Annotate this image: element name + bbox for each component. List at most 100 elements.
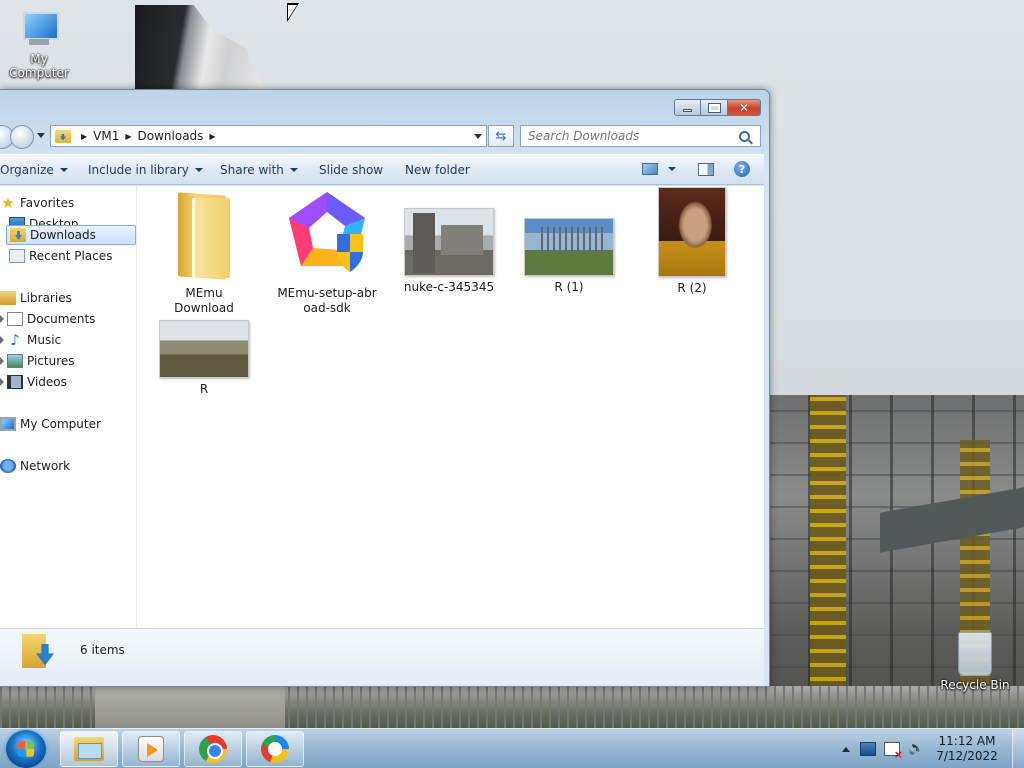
expand-icon[interactable] (0, 357, 4, 365)
nav-label: Libraries (20, 291, 72, 305)
nav-music[interactable]: ♪ Music (0, 330, 136, 350)
recent-pages-dropdown[interactable] (37, 133, 45, 138)
search-icon[interactable] (739, 130, 750, 142)
expand-icon[interactable] (0, 315, 4, 323)
close-button[interactable]: ✕ (728, 99, 761, 116)
help-icon[interactable]: ? (734, 161, 750, 177)
chevron-down-icon (59, 167, 68, 172)
taskbar-media-player-button[interactable] (122, 731, 180, 767)
breadcrumb-arrow[interactable]: ▶ (209, 132, 215, 141)
share-with-label: Share with (220, 162, 284, 177)
taskbar-chrome-button[interactable] (184, 731, 242, 767)
share-with-menu[interactable]: Share with (220, 163, 298, 177)
nav-label: Network (20, 459, 71, 473)
breadcrumb-downloads[interactable]: Downloads (138, 129, 204, 143)
show-desktop-button[interactable] (1012, 729, 1024, 768)
image-thumbnail (404, 208, 494, 276)
folder-icon (74, 737, 104, 761)
desktop-icon-my-computer[interactable]: My Computer (0, 10, 78, 80)
refresh-icon: ⇆ (495, 128, 507, 144)
file-name: R (2) (677, 281, 707, 295)
new-folder-button[interactable]: New folder (405, 163, 470, 177)
search-box[interactable] (520, 125, 761, 147)
nav-favorites[interactable]: ★ Favorites (0, 193, 136, 213)
libraries-icon (0, 291, 16, 305)
chrome-icon (199, 735, 227, 763)
wallpaper-sculpture (135, 5, 265, 90)
nav-label: Music (27, 333, 62, 347)
music-note-icon: ♪ (10, 331, 20, 349)
preview-pane-icon[interactable] (698, 162, 714, 176)
address-bar[interactable]: ▶ VM1 ▶ Downloads ▶ (50, 125, 487, 147)
computer-icon (17, 10, 61, 50)
minimize-button[interactable] (674, 99, 701, 116)
nav-label: Favorites (20, 196, 75, 210)
organize-label: Organize (0, 162, 54, 177)
network-status-icon[interactable] (860, 742, 876, 756)
breadcrumb-vm1[interactable]: VM1 (93, 129, 119, 143)
videos-icon (7, 375, 23, 389)
nav-my-computer[interactable]: My Computer (0, 414, 136, 434)
view-dropdown-icon[interactable] (668, 167, 676, 171)
forward-button[interactable] (10, 125, 34, 149)
address-dropdown-icon[interactable] (474, 133, 482, 139)
memu-installer-icon (289, 192, 365, 272)
refresh-button[interactable]: ⇆ (488, 125, 514, 147)
expand-icon[interactable] (0, 378, 4, 386)
address-row: ▶ VM1 ▶ Downloads ▶ ⇆ (0, 123, 770, 151)
file-item-memu-setup[interactable]: MEmu-setup-abr oad-sdk (277, 186, 377, 316)
nav-downloads[interactable]: Downloads (6, 225, 136, 245)
recycle-bin-icon (958, 632, 992, 676)
nav-pictures[interactable]: Pictures (0, 351, 136, 371)
file-name: MEmu Download (174, 286, 234, 315)
breadcrumb-arrow[interactable]: ▶ (81, 132, 87, 141)
nav-videos[interactable]: Videos (0, 372, 136, 392)
caption-buttons: ✕ (674, 99, 761, 116)
taskbar: 🔈 11:12 AM 7/12/2022 (0, 728, 1024, 768)
file-list: MEmu Download MEmu-setup-abr oad-sdk nuk… (137, 186, 764, 628)
slide-show-button[interactable]: Slide show (319, 163, 383, 177)
file-item-memu-download[interactable]: MEmu Download (154, 190, 254, 316)
maximize-icon (707, 102, 721, 113)
image-thumbnail (658, 187, 726, 277)
show-hidden-icons-icon[interactable] (842, 746, 850, 752)
breadcrumb-arrow[interactable]: ▶ (125, 132, 131, 141)
nav-label: Pictures (27, 354, 75, 368)
clock[interactable]: 11:12 AM 7/12/2022 (932, 734, 1002, 764)
clock-time: 11:12 AM (938, 734, 996, 748)
file-item-r[interactable]: R (154, 320, 254, 397)
nav-documents[interactable]: Documents (0, 309, 136, 329)
wallpaper-wall (95, 686, 285, 730)
include-in-library-label: Include in library (88, 162, 189, 177)
file-name-continued: oad-sdk (303, 301, 351, 315)
maximize-button[interactable] (701, 99, 728, 116)
nav-recent-places[interactable]: Recent Places (9, 246, 134, 266)
organize-menu[interactable]: Organize (0, 163, 68, 177)
taskbar-explorer-button[interactable] (60, 731, 118, 767)
file-item-r1[interactable]: R (1) (519, 218, 619, 295)
nav-label: Recent Places (29, 249, 113, 263)
change-view-icon[interactable] (642, 163, 658, 175)
image-thumbnail (159, 320, 249, 378)
image-thumbnail (524, 218, 614, 276)
pictures-icon (7, 354, 23, 368)
taskbar-vpn-button[interactable] (246, 731, 304, 767)
expand-icon[interactable] (0, 336, 4, 344)
file-name: R (199, 382, 209, 396)
media-player-icon (138, 736, 164, 762)
explorer-window: ✕ ▶ VM1 ▶ Downloads ▶ ⇆ Organize Include… (0, 89, 770, 687)
desktop-icon-recycle-bin[interactable]: Recycle Bin (936, 632, 1014, 692)
nav-network[interactable]: Network (0, 456, 136, 476)
nav-libraries[interactable]: Libraries (0, 288, 136, 308)
action-center-icon[interactable] (884, 742, 903, 761)
chevron-down-icon (289, 167, 298, 172)
file-item-nuke[interactable]: nuke-c-345345 (399, 208, 499, 295)
file-name: nuke-c-345345 (403, 280, 495, 294)
start-button[interactable] (6, 730, 46, 768)
volume-icon[interactable]: 🔈 (908, 742, 924, 756)
search-input[interactable] (528, 129, 733, 143)
file-name: MEmu-setup-abr (277, 286, 377, 300)
include-in-library-menu[interactable]: Include in library (88, 163, 203, 177)
minimize-icon (683, 108, 692, 112)
file-item-r2[interactable]: R (2) (642, 187, 742, 296)
